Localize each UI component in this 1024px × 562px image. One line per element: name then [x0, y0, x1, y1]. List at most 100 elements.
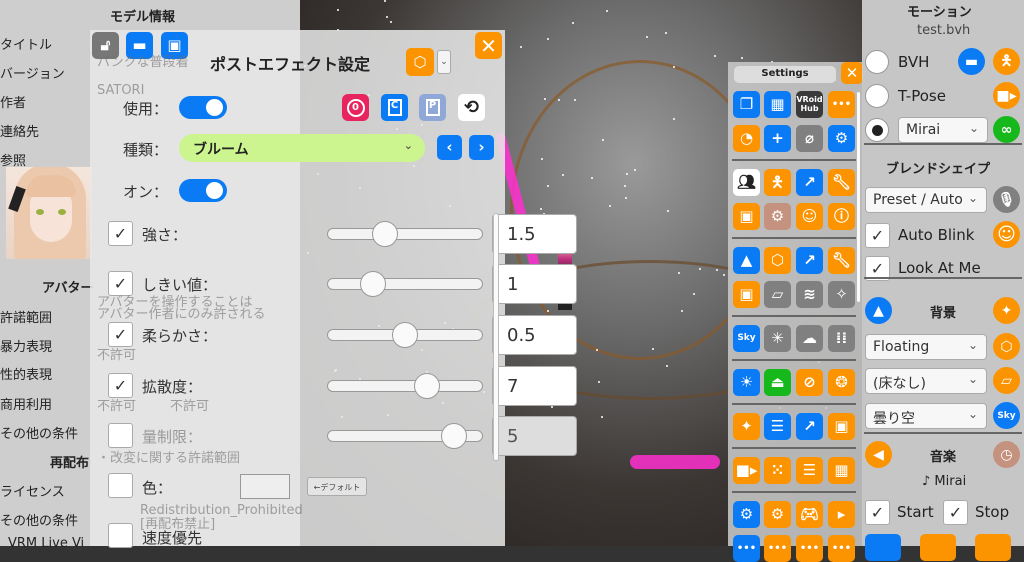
folder-clock-icon[interactable]: ◔	[733, 125, 760, 152]
link-icon[interactable]: ∞	[993, 116, 1020, 143]
save-settings-icon[interactable]: ⚙	[828, 125, 855, 152]
cloud-icon[interactable]: ☁	[796, 325, 823, 352]
param-value-input[interactable]: 7	[492, 366, 577, 406]
speaker-icon[interactable]: ◀	[865, 441, 892, 468]
sliders-icon[interactable]: ☰	[764, 413, 791, 440]
axes-icon[interactable]: ↗	[796, 413, 823, 440]
paste-icon[interactable]: P	[419, 94, 446, 121]
frame-icon[interactable]: ▣	[733, 203, 760, 230]
copy-icon[interactable]: C	[381, 94, 408, 121]
timer-icon[interactable]: ◷	[993, 441, 1020, 468]
tpose-radio[interactable]	[865, 84, 889, 108]
wrench-icon[interactable]: 🔧︎	[828, 169, 855, 196]
record-button[interactable]	[865, 534, 901, 561]
effect-type-dropdown[interactable]: ブルーム ⌄	[179, 134, 425, 162]
wrench-icon[interactable]: 🔧︎	[828, 247, 855, 274]
param-slider[interactable]	[327, 423, 483, 449]
figure-icon[interactable]: 🯅	[993, 48, 1020, 75]
prev-arrow-icon[interactable]: ‹	[437, 135, 462, 160]
sparkle-floor-icon[interactable]: ✧	[828, 281, 855, 308]
default-button[interactable]: ←デフォルト	[307, 477, 367, 496]
more-icon[interactable]: •••	[764, 535, 791, 562]
param-value-input[interactable]: 1	[492, 264, 577, 304]
preset-dropdown[interactable]: ⌄	[437, 50, 451, 74]
speed-priority-checkbox[interactable]	[108, 523, 133, 548]
color-checkbox[interactable]	[108, 473, 133, 498]
dot-grid-icon[interactable]: ⁙	[764, 457, 791, 484]
light-point-icon[interactable]: ✳	[764, 325, 791, 352]
use-toggle[interactable]	[179, 96, 227, 119]
axes-icon[interactable]: ↗	[796, 169, 823, 196]
vroid-hub-icon[interactable]: VRoid Hub	[796, 91, 823, 118]
on-toggle[interactable]	[179, 179, 227, 202]
stop-button[interactable]	[920, 534, 956, 561]
sky-icon[interactable]: Sky	[993, 402, 1020, 429]
floor-icon[interactable]: ▱	[993, 367, 1020, 394]
users-icon[interactable]: 👥︎	[733, 169, 760, 196]
param-value-input[interactable]: 5	[492, 416, 577, 456]
slider-thumb[interactable]	[441, 423, 468, 449]
grid-icon[interactable]: ▦	[764, 91, 791, 118]
axes-icon[interactable]: ↗	[796, 247, 823, 274]
camera-icon[interactable]: ■▸	[993, 82, 1020, 109]
mountain-icon[interactable]: ▲	[865, 297, 892, 324]
sky-select[interactable]: 曇り空 ⌄	[865, 403, 987, 429]
floor-icon[interactable]: ▱	[764, 281, 791, 308]
background-scene-select[interactable]: Floating ⌄	[865, 334, 987, 360]
settings-close-icon[interactable]: ✕	[841, 62, 863, 84]
auto-blink-checkbox[interactable]: ✓	[865, 223, 890, 248]
list-icon[interactable]: ☰	[796, 457, 823, 484]
copy-list-icon[interactable]: ❐	[733, 91, 760, 118]
aperture-icon[interactable]: ❂	[828, 369, 855, 396]
history-icon[interactable]: ⟲	[458, 94, 485, 121]
plus-icon[interactable]: +	[764, 125, 791, 152]
param-slider[interactable]	[327, 322, 483, 348]
param-slider[interactable]	[327, 221, 483, 247]
camera-icon[interactable]: ■▸	[733, 457, 760, 484]
slider-thumb[interactable]	[371, 221, 398, 247]
blendshape-preset-select[interactable]: Preset / Auto ⌄	[865, 187, 987, 213]
water-icon[interactable]: ≋	[796, 281, 823, 308]
mirai-radio[interactable]	[865, 118, 889, 142]
start-checkbox[interactable]: ✓	[865, 500, 890, 525]
param-checkbox[interactable]: ✓	[108, 221, 133, 246]
cube-icon[interactable]: ⬡	[764, 247, 791, 274]
sparkles-icon[interactable]: ✦	[733, 413, 760, 440]
stop-checkbox[interactable]: ✓	[943, 500, 968, 525]
motion-select[interactable]: Mirai ⌄	[898, 117, 988, 143]
frame-icon[interactable]: ▣	[733, 281, 760, 308]
param-value-input[interactable]: 0.5	[492, 315, 577, 355]
param-value-input[interactable]: 1.5	[492, 214, 577, 254]
slider-thumb[interactable]	[413, 373, 440, 399]
mountain-icon[interactable]: ▲	[733, 247, 760, 274]
folder-icon[interactable]: ▬	[958, 48, 985, 75]
floor-select[interactable]: (床なし) ⌄	[865, 368, 987, 394]
slider-thumb[interactable]	[359, 271, 386, 297]
scrollbar[interactable]	[493, 213, 499, 461]
sparkles-icon[interactable]: ✦	[993, 297, 1020, 324]
next-arrow-icon[interactable]: ›	[469, 135, 494, 160]
person-info-icon[interactable]: ⓘ	[828, 203, 855, 230]
frame-icon[interactable]: ▣	[828, 413, 855, 440]
reset-icon[interactable]: 0	[342, 94, 369, 121]
close-icon[interactable]: ✕	[475, 32, 502, 59]
slider-thumb[interactable]	[392, 322, 418, 348]
mic-off-icon[interactable]: ⌀	[796, 125, 823, 152]
cube-icon[interactable]: ⬡	[993, 333, 1020, 360]
sun-icon[interactable]: ☀	[733, 369, 760, 396]
cube-icon[interactable]: ⬡	[406, 48, 434, 76]
settings-scrollbar[interactable]	[857, 92, 860, 302]
figure-icon[interactable]: 🯅	[764, 169, 791, 196]
more-icon[interactable]: •••	[828, 91, 855, 118]
lamp-icon[interactable]: ⏏	[764, 369, 791, 396]
param-slider[interactable]	[327, 271, 483, 297]
color-swatch[interactable]	[240, 474, 290, 499]
more-icon[interactable]: •••	[796, 535, 823, 562]
sky-icon[interactable]: Sky	[733, 325, 760, 352]
smile-icon[interactable]: ☺	[796, 203, 823, 230]
light-off-icon[interactable]: ⊘	[796, 369, 823, 396]
param-checkbox[interactable]	[108, 423, 133, 448]
param-checkbox[interactable]: ✓	[108, 322, 133, 347]
more-icon[interactable]: •••	[828, 535, 855, 562]
smile-icon[interactable]: ☺	[993, 221, 1020, 248]
